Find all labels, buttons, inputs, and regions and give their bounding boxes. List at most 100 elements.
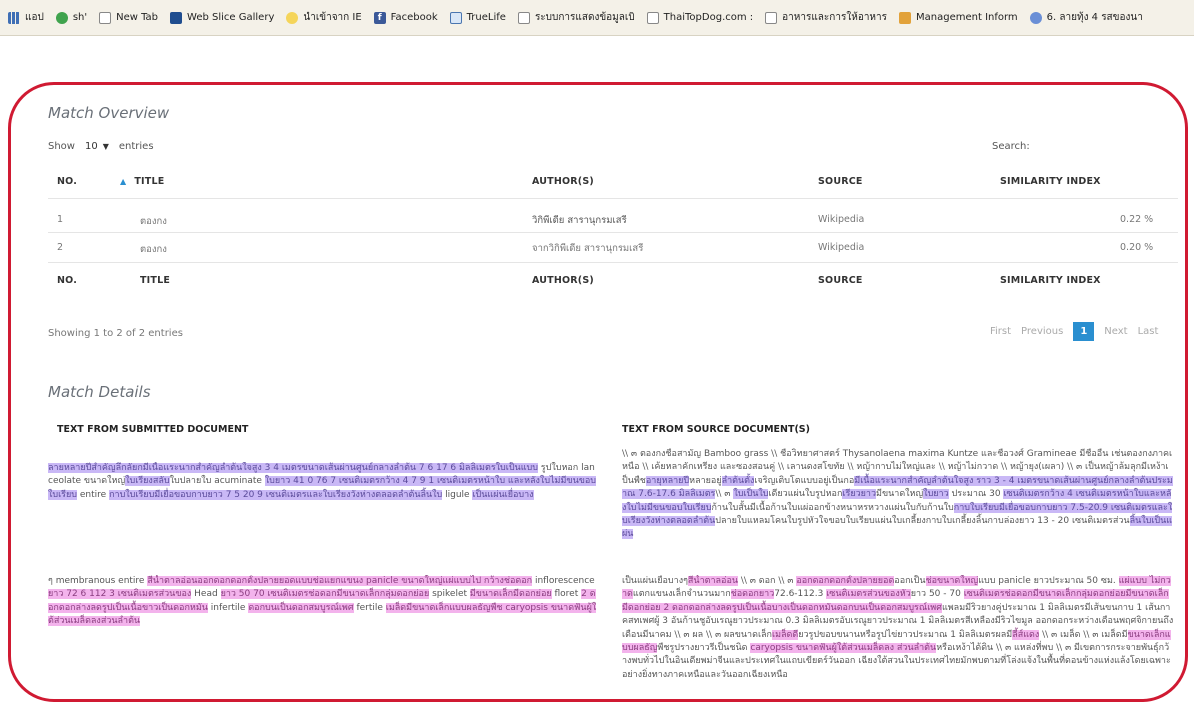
text-span: floret bbox=[551, 589, 582, 600]
matched-text-span: ลี้ส์แดง bbox=[1012, 629, 1040, 640]
matched-text-span: สีน้ำตาลอ่อนออกดอกดอกตั้งปลายยอดแบบช่อแย… bbox=[147, 576, 533, 586]
bookmark-item[interactable]: ระบบการแสดงข้อมูลเบิ bbox=[517, 10, 635, 25]
text-span: \\ ๓ เมล็ด \\ ๓ เมล็ดมี bbox=[1039, 629, 1128, 640]
home-icon bbox=[449, 11, 462, 24]
submitted-text-block: ๆ membranous entire สีน้ำตาลอ่อนออกดอกดอ… bbox=[48, 575, 598, 635]
bookmark-item[interactable]: อาหารและการให้อาหาร bbox=[765, 10, 887, 25]
bookmark-item[interactable]: ThaiTopDog.com : bbox=[646, 11, 754, 24]
bookmark-item[interactable]: นำเข้าจาก IE bbox=[286, 10, 362, 25]
row-similarity: 0.20 % bbox=[1120, 242, 1154, 253]
bookmark-item[interactable]: Management Inform bbox=[899, 11, 1018, 24]
matched-text-span: ลายหลายปีสำคัญลึกลัยกมีเนื้อแระนากสำคัญล… bbox=[48, 463, 282, 473]
pager-next[interactable]: Next bbox=[1104, 326, 1127, 337]
col-header-title-label: TITLE bbox=[134, 176, 165, 187]
bookmarks-bar: แอป sh' New Tab Web Slice Gallery นำเข้าจาก … bbox=[0, 0, 1194, 36]
entries-summary: Showing 1 to 2 of 2 entries bbox=[48, 328, 183, 339]
bookmark-label: New Tab bbox=[116, 12, 159, 23]
entries-length-control: Show 10 ▼ entries bbox=[48, 141, 154, 152]
row-source: Wikipedia bbox=[818, 214, 865, 225]
matched-text-span: ใบยาว bbox=[923, 489, 949, 500]
col-header-title[interactable]: ▲ TITLE bbox=[120, 176, 164, 187]
pager-last[interactable]: Last bbox=[1138, 326, 1159, 337]
row-source: Wikipedia bbox=[818, 242, 865, 253]
matched-text-span: ใบเรียงสลับ bbox=[125, 476, 170, 487]
page-icon bbox=[765, 11, 778, 24]
text-span: Head bbox=[191, 589, 221, 600]
text-span: เป็นแผ่นเยื่อบางๆ bbox=[622, 576, 688, 586]
bookmark-label: แอป bbox=[25, 12, 44, 23]
bookmark-label: sh' bbox=[72, 12, 88, 23]
text-span: ยวรูปขอบขนานหรือรูปไข่ยาวประมาณ 1 มิลลิเ… bbox=[798, 629, 1013, 640]
row-similarity: 0.22 % bbox=[1120, 214, 1154, 225]
pager-first[interactable]: First bbox=[990, 326, 1011, 337]
matched-text-span: เซนติเมตรช่อดอกมีขนาดเล็กกลุ่ม bbox=[963, 589, 1093, 600]
row-title[interactable]: ตองกง bbox=[140, 214, 167, 229]
bookmark-item[interactable]: sh' bbox=[55, 11, 88, 24]
ie-folder-icon bbox=[286, 11, 299, 24]
pager-current-page[interactable]: 1 bbox=[1073, 322, 1095, 341]
row-divider bbox=[48, 262, 1178, 263]
search-label: Search: bbox=[992, 141, 1030, 152]
matched-text-span: เป็นแผ่นเยื่อบาง bbox=[472, 489, 534, 500]
matched-text-span: ลำต้นตั้ง bbox=[721, 475, 755, 486]
pager-previous[interactable]: Previous bbox=[1021, 326, 1063, 337]
facebook-icon: f bbox=[373, 11, 386, 24]
col-header-authors[interactable]: AUTHOR(S) bbox=[532, 176, 594, 187]
management-icon bbox=[899, 11, 912, 24]
search-input[interactable] bbox=[1040, 137, 1170, 155]
col-header-source[interactable]: SOURCE bbox=[818, 176, 863, 187]
text-span: \\ ๓ bbox=[715, 489, 734, 500]
text-span: ประมาณ 30 bbox=[948, 489, 1004, 500]
bookmark-item[interactable]: Web Slice Gallery bbox=[170, 11, 274, 24]
bookmark-label: ระบบการแสดงข้อมูลเบิ bbox=[534, 12, 635, 23]
text-span: หลายอยู่ bbox=[689, 475, 722, 486]
text-span: ligule bbox=[442, 489, 473, 500]
matched-text-span: ออกดอกดอกตั้งปลายยอด bbox=[796, 576, 895, 586]
text-span: inflorescence bbox=[532, 576, 595, 586]
header-divider bbox=[48, 198, 1178, 199]
footer-header-no: NO. bbox=[57, 275, 78, 286]
bookmark-item[interactable]: แอป bbox=[8, 10, 44, 25]
submitted-text-block: ลายหลายปีสำคัญลึกลัยกมีเนื้อแระนากสำคัญล… bbox=[48, 462, 598, 532]
text-span: ก้านใบสั้นมีเนื้อก้านใบแผ่ออกข้างหนาหรหว… bbox=[711, 502, 954, 513]
matched-text-span: กาบใบเรียบมีเยื่อขอบกาบยาว 7 5 20 9 เซนต… bbox=[109, 489, 443, 500]
source-text-header: TEXT FROM SOURCE DOCUMENT(S) bbox=[622, 424, 810, 435]
text-span: \\ ๓ ดอก \\ ๓ bbox=[738, 576, 797, 586]
page-icon bbox=[646, 11, 659, 24]
col-header-similarity[interactable]: SIMILARITY INDEX bbox=[1000, 176, 1101, 187]
bookmark-item[interactable]: f Facebook bbox=[373, 11, 438, 24]
bookmark-item[interactable]: TrueLife bbox=[449, 11, 506, 24]
dropdown-arrow-icon: ▼ bbox=[102, 142, 109, 151]
pagination: First Previous 1 Next Last bbox=[990, 322, 1158, 341]
row-authors: วิกิพีเดีย สารานุกรมเสรี bbox=[532, 215, 627, 226]
entries-label: entries bbox=[118, 141, 154, 152]
sort-asc-icon: ▲ bbox=[120, 177, 127, 186]
text-span: ใบปลายใบ acuminate bbox=[169, 476, 265, 487]
row-no: 1 bbox=[57, 214, 64, 225]
text-span: เจริญเติบโตแบบอยู่เป็นกอ bbox=[754, 475, 855, 486]
bookmark-label: Facebook bbox=[390, 12, 438, 23]
text-span: fertile bbox=[353, 602, 386, 613]
bookmark-label: ThaiTopDog.com : bbox=[663, 12, 754, 23]
entries-select[interactable]: 10 ▼ bbox=[81, 141, 113, 152]
matched-text-span: เรียวยาว bbox=[842, 489, 877, 500]
match-overview-title: Match Overview bbox=[48, 104, 170, 122]
row-title[interactable]: ตองกง bbox=[140, 242, 167, 257]
bookmark-label: 6. ลายทุ้ง 4 รสของนา bbox=[1046, 12, 1143, 23]
number-six-icon bbox=[1029, 11, 1042, 24]
bookmark-label: นำเข้าจาก IE bbox=[303, 12, 362, 23]
text-span: entire bbox=[77, 489, 110, 500]
matched-text-span: ช่อขนาดใหญ่ bbox=[925, 576, 979, 586]
col-header-no[interactable]: NO. bbox=[57, 176, 77, 187]
entries-value: 10 bbox=[84, 141, 98, 152]
green-dot-icon bbox=[55, 11, 68, 24]
bookmark-item[interactable]: 6. ลายทุ้ง 4 รสของนา bbox=[1029, 10, 1143, 25]
text-span: แตกแขนงเล็กจำนวนมาก bbox=[632, 589, 731, 600]
matched-text-span: caryopsis ขนาดฟันผู้ใต้ส่วนเมล็ดลง ส่วนล… bbox=[750, 643, 937, 654]
matched-text-span: เมตรขนาดเส้นผ่านศูนย์กลางลำต้น 7 6 17 6 … bbox=[281, 463, 538, 473]
bookmark-item[interactable]: New Tab bbox=[99, 11, 159, 24]
bookmark-label: Management Inform bbox=[916, 12, 1018, 23]
page-icon bbox=[517, 11, 530, 24]
text-span: 72.6-112.3 bbox=[774, 589, 827, 600]
footer-header-authors: AUTHOR(S) bbox=[532, 275, 594, 286]
